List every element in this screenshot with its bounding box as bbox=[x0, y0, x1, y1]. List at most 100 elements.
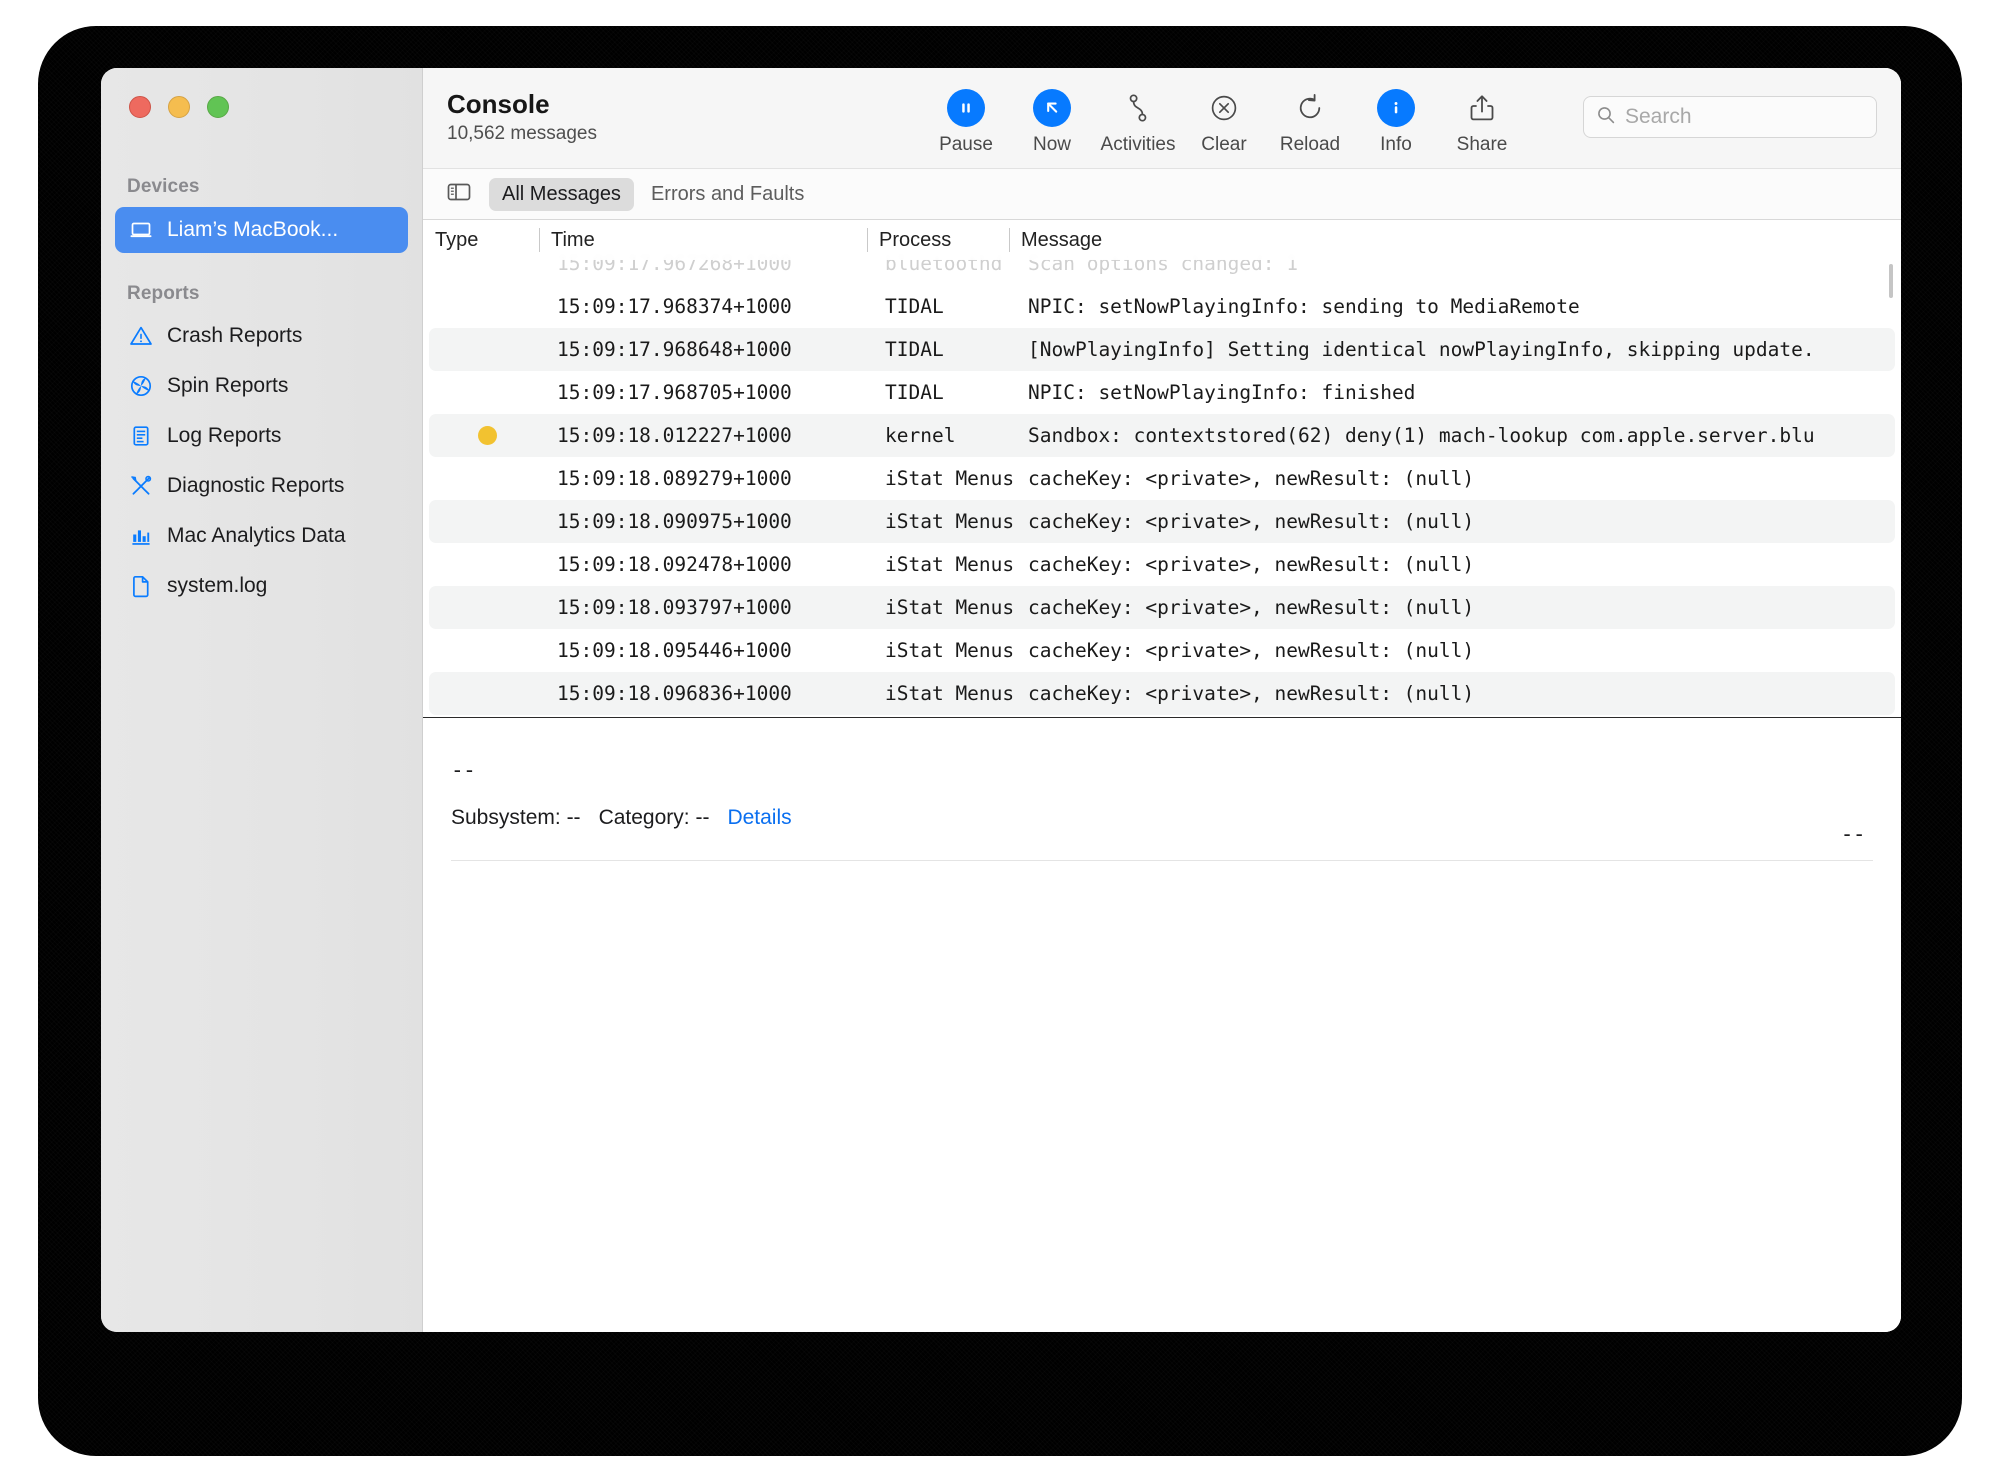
cell-time: 15:09:18.012227+1000 bbox=[557, 424, 792, 447]
table-row[interactable]: 15:09:18.089279+1000 iStat Menus cacheKey:… bbox=[429, 457, 1895, 500]
sidebar-toggle-icon[interactable] bbox=[445, 180, 473, 209]
column-header-message[interactable]: Message bbox=[1009, 227, 1901, 253]
cell-message: [NowPlayingInfo] Setting identical nowPl… bbox=[1028, 338, 1815, 361]
sidebar-item-mac-analytics-data[interactable]: Mac Analytics Data bbox=[115, 514, 408, 558]
sidebar-item-label: Diagnostic Reports bbox=[167, 474, 345, 497]
table-row[interactable]: 15:09:18.095446+1000 iStat Menus cacheKey:… bbox=[429, 629, 1895, 672]
activities-button[interactable]: Activities bbox=[1095, 84, 1181, 156]
cell-message: cacheKey: <private>, newResult: (null) bbox=[1028, 639, 1475, 662]
page-title: Console bbox=[447, 88, 550, 119]
main-area: Console 10,562 messages Pause Now Activi… bbox=[423, 68, 1901, 1332]
sidebar: Devices Liam’s MacBook... Reports Crash … bbox=[101, 68, 423, 1332]
cell-process: iStat Menus bbox=[885, 639, 1015, 662]
cell-process: TIDAL bbox=[885, 338, 944, 361]
reload-icon bbox=[1291, 88, 1329, 128]
toolbar-button-label: Share bbox=[1456, 134, 1508, 155]
warning-dot-icon bbox=[477, 426, 497, 445]
sidebar-item-system-log[interactable]: system.log bbox=[115, 564, 408, 608]
cell-message: cacheKey: <private>, newResult: (null) bbox=[1028, 596, 1475, 619]
sidebar-item-diagnostic-reports[interactable]: Diagnostic Reports bbox=[115, 464, 408, 508]
zoom-button[interactable] bbox=[207, 96, 229, 118]
clear-button[interactable]: Clear bbox=[1181, 84, 1267, 156]
sidebar-item-label: Mac Analytics Data bbox=[167, 524, 346, 547]
table-row[interactable]: 15:09:17.968648+1000 TIDAL [NowPlayingInfo… bbox=[429, 328, 1895, 371]
detail-subsystem-value: -- bbox=[566, 806, 581, 829]
table-row[interactable]: 15:09:18.012227+1000 kernel Sandbox: conte… bbox=[429, 414, 1895, 457]
arrow-now-icon bbox=[1033, 88, 1071, 128]
table-row[interactable]: 15:09:18.092478+1000 iStat Menus cacheKey:… bbox=[429, 543, 1895, 586]
sidebar-reports-list: Crash Reports Spin Reports Log Reports D… bbox=[101, 314, 422, 608]
file-icon bbox=[128, 573, 154, 599]
sidebar-item-spin-reports[interactable]: Spin Reports bbox=[115, 364, 408, 408]
detail-category-value: -- bbox=[695, 806, 710, 829]
toolbar-button-label: Clear bbox=[1201, 134, 1247, 155]
toolbar-button-label: Pause bbox=[939, 134, 993, 155]
tab-all-messages[interactable]: All Messages bbox=[489, 177, 634, 211]
wrench-screwdriver-icon bbox=[128, 473, 154, 499]
cell-time: 15:09:18.096836+1000 bbox=[557, 682, 792, 705]
filter-bar: All Messages Errors and Faults bbox=[423, 168, 1901, 220]
column-header-process[interactable]: Process bbox=[867, 227, 1009, 253]
activities-icon bbox=[1119, 88, 1157, 128]
table-row[interactable]: 15:09:17.968374+1000 TIDAL NPIC: setNowPla… bbox=[429, 285, 1895, 328]
minimize-button[interactable] bbox=[168, 96, 190, 118]
detail-subsystem: Subsystem: -- bbox=[451, 806, 581, 830]
detail-pane: -- Subsystem: -- Category: -- Details -- bbox=[423, 718, 1901, 1332]
pause-button[interactable]: Pause bbox=[923, 84, 1009, 156]
column-header-type[interactable]: Type bbox=[423, 227, 539, 253]
table-row[interactable]: 15:09:18.090975+1000 iStat Menus cacheKey:… bbox=[429, 500, 1895, 543]
clear-x-icon bbox=[1205, 88, 1243, 128]
sidebar-section-reports-title: Reports bbox=[127, 283, 200, 304]
details-link[interactable]: Details bbox=[727, 806, 791, 830]
cell-process: kernel bbox=[885, 424, 956, 447]
cell-process: iStat Menus bbox=[885, 553, 1015, 576]
table-row[interactable]: 15:09:17.968705+1000 TIDAL NPIC: setNowPla… bbox=[429, 371, 1895, 414]
laptop-icon bbox=[128, 217, 154, 243]
table-row[interactable]: 15:09:18.093797+1000 iStat Menus cacheKey:… bbox=[429, 586, 1895, 629]
toolbar-button-label: Reload bbox=[1279, 134, 1341, 155]
cell-process: TIDAL bbox=[885, 381, 944, 404]
message-filter-tabs: All Messages Errors and Faults bbox=[489, 177, 817, 211]
cell-process: TIDAL bbox=[885, 295, 944, 318]
column-header-time[interactable]: Time bbox=[539, 227, 867, 253]
cell-time: 15:09:17.968374+1000 bbox=[557, 295, 792, 318]
detail-message: -- bbox=[451, 758, 476, 782]
sidebar-item-log-reports[interactable]: Log Reports bbox=[115, 414, 408, 458]
pause-icon bbox=[947, 88, 985, 128]
window-controls bbox=[129, 96, 229, 118]
cell-time: 15:09:18.089279+1000 bbox=[557, 467, 792, 490]
cell-time: 15:09:18.092478+1000 bbox=[557, 553, 792, 576]
now-button[interactable]: Now bbox=[1009, 84, 1095, 156]
reload-button[interactable]: Reload bbox=[1267, 84, 1353, 156]
tab-errors-and-faults[interactable]: Errors and Faults bbox=[638, 178, 817, 211]
cell-process: iStat Menus bbox=[885, 467, 1015, 490]
search-wrapper: Search bbox=[1583, 96, 1877, 138]
vertical-scrollbar[interactable] bbox=[1889, 264, 1893, 298]
sidebar-devices-list: Liam’s MacBook... bbox=[101, 207, 422, 253]
log-table: 15:09:17.967268+1000 bluetoothd Scan optio… bbox=[423, 220, 1901, 718]
cell-message: NPIC: setNowPlayingInfo: finished bbox=[1028, 381, 1416, 404]
sidebar-item-crash-reports[interactable]: Crash Reports bbox=[115, 314, 408, 358]
sidebar-item-label: Liam’s MacBook... bbox=[167, 218, 339, 241]
cell-time: 15:09:17.968648+1000 bbox=[557, 338, 792, 361]
table-header: Type Time Process Message bbox=[423, 220, 1901, 260]
search-input[interactable]: Search bbox=[1583, 96, 1877, 138]
cell-message: Sandbox: contextstored(62) deny(1) mach-… bbox=[1028, 424, 1815, 447]
sidebar-item-liams-macbook[interactable]: Liam’s MacBook... bbox=[115, 207, 408, 253]
sidebar-item-label: Crash Reports bbox=[167, 324, 303, 347]
search-placeholder: Search bbox=[1625, 105, 1692, 128]
sidebar-item-label: Spin Reports bbox=[167, 374, 289, 397]
sidebar-item-label: Log Reports bbox=[167, 424, 282, 447]
detail-divider bbox=[451, 860, 1873, 861]
share-button[interactable]: Share bbox=[1439, 84, 1525, 156]
cell-process: iStat Menus bbox=[885, 682, 1015, 705]
table-row[interactable]: 15:09:18.096836+1000 iStat Menus cacheKey:… bbox=[429, 672, 1895, 715]
toolbar: Console 10,562 messages Pause Now Activi… bbox=[423, 68, 1901, 168]
document-lines-icon bbox=[128, 423, 154, 449]
info-button[interactable]: Info bbox=[1353, 84, 1439, 156]
cell-time: 15:09:18.093797+1000 bbox=[557, 596, 792, 619]
console-window: Devices Liam’s MacBook... Reports Crash … bbox=[101, 68, 1901, 1332]
cell-message: cacheKey: <private>, newResult: (null) bbox=[1028, 510, 1475, 533]
close-button[interactable] bbox=[129, 96, 151, 118]
share-icon bbox=[1463, 88, 1501, 128]
